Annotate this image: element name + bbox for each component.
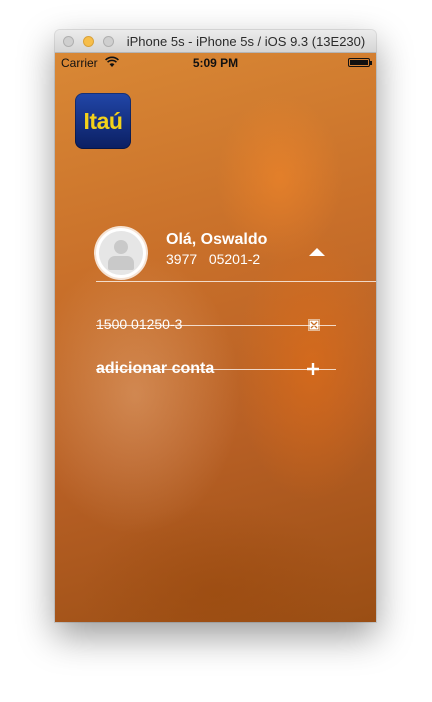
phone-screen: Carrier 5:09 PM Itaú Olá, Oswaldo 3977 0…	[55, 53, 376, 622]
simulator-window: iPhone 5s - iPhone 5s / iOS 9.3 (13E230)…	[55, 30, 376, 622]
battery-icon	[348, 58, 372, 67]
account-list-item[interactable]: 1500 01250-3	[96, 316, 182, 332]
add-account-separator	[96, 369, 336, 370]
minimize-window-button[interactable]	[83, 36, 94, 47]
chevron-up-icon[interactable]	[309, 247, 325, 257]
itau-logo: Itaú	[75, 93, 131, 149]
status-time: 5:09 PM	[192, 56, 239, 70]
window-title: iPhone 5s - iPhone 5s / iOS 9.3 (13E230)	[126, 34, 366, 49]
header-separator	[96, 281, 376, 282]
primary-account-number: 3977 05201-2	[166, 251, 261, 267]
avatar-icon	[96, 228, 146, 278]
logo-text: Itaú	[83, 108, 123, 134]
window-titlebar: iPhone 5s - iPhone 5s / iOS 9.3 (13E230)	[55, 30, 376, 53]
status-bar: Carrier 5:09 PM	[55, 53, 376, 73]
zoom-window-button[interactable]	[103, 36, 114, 47]
account-separator	[96, 325, 336, 326]
user-greeting: Olá, Oswaldo	[166, 231, 268, 248]
close-window-button[interactable]	[63, 36, 74, 47]
